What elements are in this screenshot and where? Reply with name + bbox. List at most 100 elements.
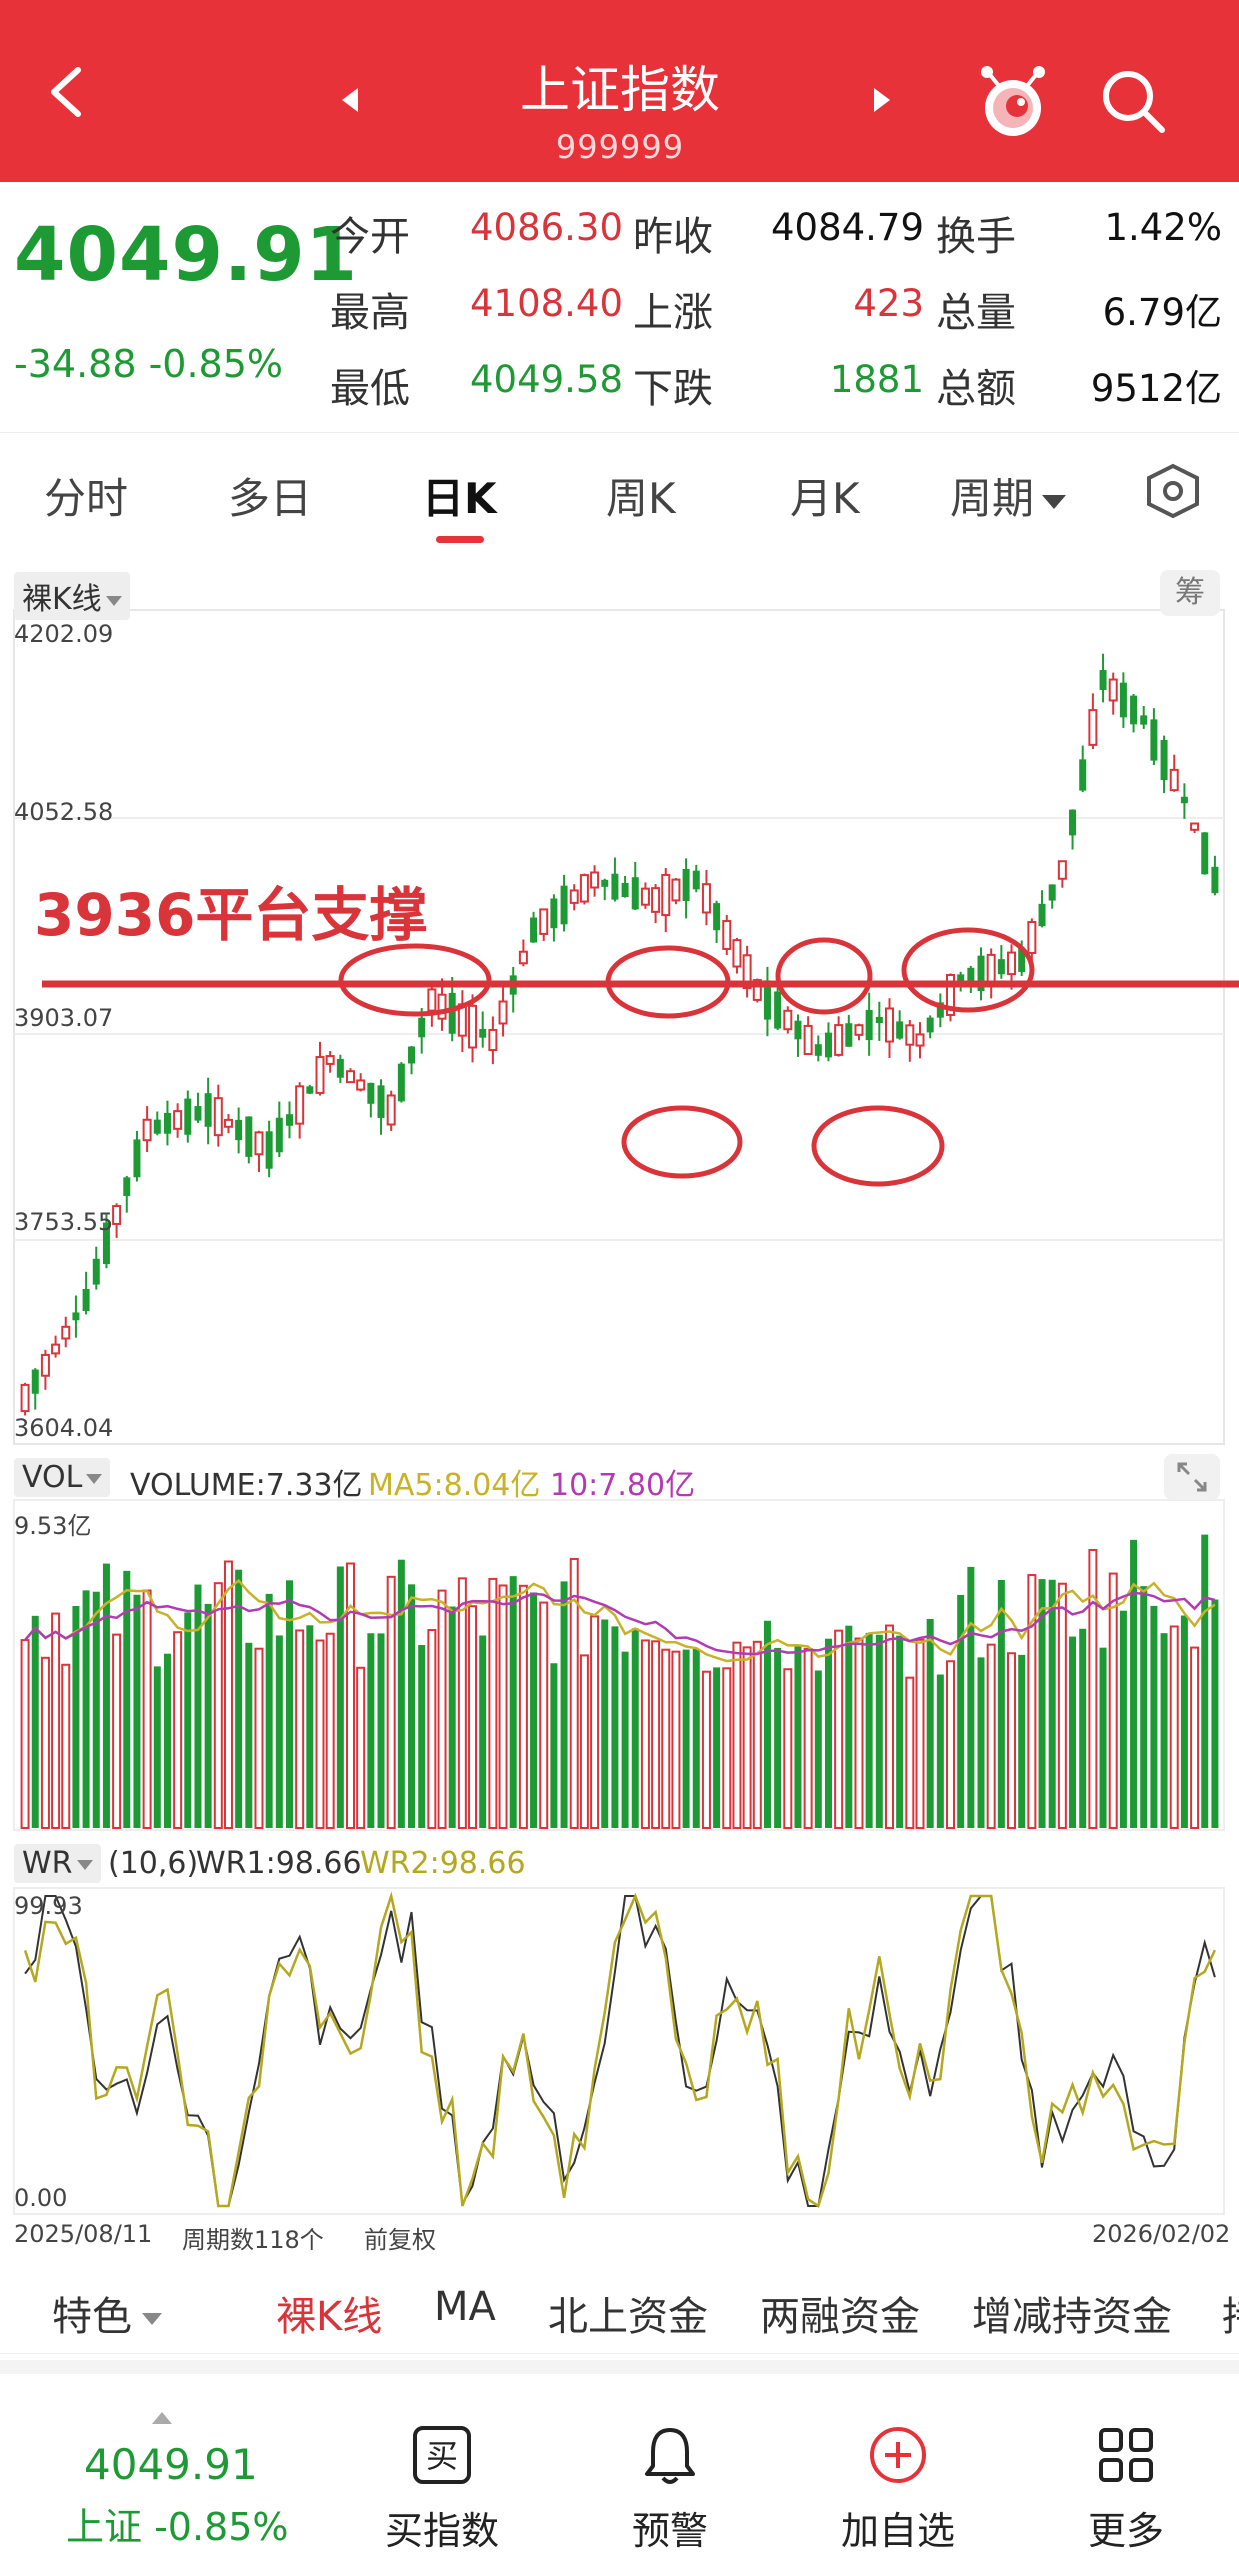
indicator-northbound[interactable]: 北上资金 bbox=[548, 2284, 708, 2342]
tab-period[interactable]: 周期 bbox=[950, 465, 1067, 526]
kline-mode-select[interactable]: 裸K线 bbox=[14, 572, 130, 620]
volume-bar bbox=[315, 1639, 325, 1829]
volume-bar bbox=[1048, 1579, 1056, 1828]
candle-body bbox=[254, 1131, 264, 1156]
candle-body bbox=[437, 993, 447, 1020]
indicator-featured[interactable]: 特色 bbox=[52, 2284, 162, 2342]
candle-body bbox=[631, 877, 639, 910]
back-icon[interactable] bbox=[38, 62, 98, 122]
chip-distribution-button[interactable]: 筹 bbox=[1160, 570, 1220, 616]
tab-weekly-k[interactable]: 周K bbox=[606, 465, 676, 526]
high-value: 4108.40 bbox=[470, 282, 624, 325]
candle-body bbox=[884, 1007, 894, 1043]
alert-button[interactable]: 预警 bbox=[590, 2424, 750, 2555]
candle-body bbox=[173, 1110, 183, 1130]
search-icon[interactable] bbox=[1098, 66, 1168, 136]
candle-body bbox=[397, 1063, 405, 1102]
wr1-line bbox=[24, 1895, 1216, 2207]
bottom-price: 4049.91 bbox=[84, 2440, 258, 2489]
amount-value: 9512亿 bbox=[1090, 367, 1222, 410]
more-button[interactable]: 更多 bbox=[1046, 2424, 1206, 2555]
volume-bar bbox=[325, 1632, 335, 1830]
volume-bar bbox=[824, 1638, 832, 1828]
tab-intraday[interactable]: 分时 bbox=[44, 465, 128, 526]
volume-bar bbox=[397, 1559, 405, 1828]
candle-body bbox=[408, 1046, 416, 1064]
kline-mode-label: 裸K线 bbox=[22, 582, 102, 617]
candle-body bbox=[732, 939, 742, 968]
candle-body bbox=[854, 1024, 864, 1036]
candle-body bbox=[1088, 709, 1098, 746]
volume-bar bbox=[1119, 1610, 1127, 1828]
candle-body bbox=[722, 920, 732, 950]
indicator-ma[interactable]: MA bbox=[434, 2284, 496, 2330]
candle-body bbox=[601, 879, 609, 887]
low-value: 4049.58 bbox=[470, 358, 624, 401]
previous-index-icon[interactable] bbox=[340, 86, 360, 114]
indicator-holding-change[interactable]: 增减持资金 bbox=[972, 2284, 1172, 2342]
volume-bar bbox=[40, 1656, 50, 1829]
indicator-more[interactable]: 持 bbox=[1222, 2284, 1239, 2342]
kline-chart[interactable] bbox=[0, 550, 1239, 2260]
volume-bar bbox=[437, 1589, 447, 1829]
indicator-margin[interactable]: 两融资金 bbox=[760, 2284, 920, 2342]
volume-value: VOLUME:7.33亿 bbox=[130, 1468, 363, 1503]
volume-bar bbox=[1201, 1534, 1209, 1828]
candle-body bbox=[997, 959, 1005, 975]
volume-bar bbox=[742, 1646, 752, 1829]
tab-monthly-k[interactable]: 月K bbox=[790, 465, 860, 526]
down-count: 1881 bbox=[829, 358, 924, 401]
volume-bar bbox=[418, 1645, 426, 1828]
volume-bar bbox=[1027, 1574, 1037, 1829]
candle-body bbox=[427, 988, 437, 1012]
tab-daily-k[interactable]: 日K bbox=[422, 465, 497, 526]
volume-bar bbox=[794, 1646, 802, 1828]
chevron-down-icon bbox=[76, 1859, 93, 1870]
volume-bar bbox=[774, 1647, 782, 1828]
candle-body bbox=[774, 991, 782, 1029]
prev-close-value: 4084.79 bbox=[770, 206, 924, 249]
wr-indicator-label: WR bbox=[22, 1846, 73, 1881]
page-title: 上证指数 bbox=[520, 61, 720, 119]
add-watchlist-button[interactable]: 加自选 bbox=[818, 2424, 978, 2555]
candle-body bbox=[530, 917, 538, 943]
amount-label: 总额 bbox=[936, 366, 1016, 412]
candle-body bbox=[285, 1114, 293, 1126]
volume-bar bbox=[905, 1676, 915, 1829]
robot-assistant-icon[interactable] bbox=[975, 62, 1051, 142]
volume-bar bbox=[579, 1654, 589, 1829]
adjust-mode: 前复权 bbox=[364, 2226, 436, 2254]
next-index-icon[interactable] bbox=[872, 86, 892, 114]
candle-body bbox=[245, 1116, 253, 1157]
hexagon-settings-icon[interactable] bbox=[1145, 462, 1201, 520]
candle-body bbox=[1140, 715, 1148, 725]
wr-indicator-select[interactable]: WR bbox=[14, 1844, 101, 1883]
down-label: 下跌 bbox=[633, 366, 713, 412]
volume-bar bbox=[204, 1603, 212, 1828]
tab-multi-day[interactable]: 多日 bbox=[228, 465, 312, 526]
candle-body bbox=[82, 1289, 90, 1311]
volume-bar bbox=[967, 1566, 975, 1828]
volume-bar bbox=[377, 1633, 385, 1828]
candle-body bbox=[20, 1383, 30, 1413]
volume-bar bbox=[884, 1624, 894, 1830]
indicator-naked-k[interactable]: 裸K线 bbox=[276, 2284, 382, 2342]
volume-indicator-select[interactable]: VOL bbox=[14, 1458, 111, 1497]
high-label: 最高 bbox=[330, 290, 410, 336]
index-code: 999999 bbox=[555, 128, 685, 166]
expand-caret-icon[interactable] bbox=[152, 2412, 172, 2424]
candle-body bbox=[367, 1082, 375, 1104]
candle-body bbox=[824, 1032, 832, 1058]
volume-bar bbox=[1079, 1628, 1087, 1828]
candle-body bbox=[1119, 682, 1127, 718]
candle-body bbox=[1211, 866, 1219, 894]
support-annotation-text: 3936平台支撑 bbox=[34, 881, 428, 949]
volume-bar bbox=[61, 1663, 71, 1829]
volume-bar bbox=[518, 1584, 528, 1830]
prev-close-label: 昨收 bbox=[633, 214, 713, 260]
candle-body bbox=[713, 903, 721, 931]
volume-bar bbox=[713, 1667, 721, 1828]
buy-index-button[interactable]: 买 买指数 bbox=[362, 2424, 522, 2555]
current-price: 4049.91 bbox=[14, 212, 359, 298]
expand-icon[interactable] bbox=[1164, 1454, 1220, 1500]
